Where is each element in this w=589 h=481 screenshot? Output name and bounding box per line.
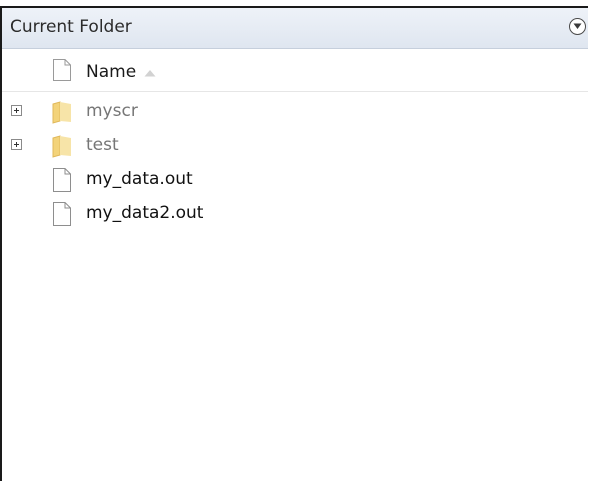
folder-icon (52, 135, 71, 158)
folder-icon (52, 101, 71, 124)
expand-toggle[interactable] (11, 105, 22, 116)
item-name: test (86, 135, 119, 155)
blank-file-icon (53, 59, 71, 81)
panel-title-bar: Current Folder (2, 8, 588, 49)
list-item-file[interactable]: my_data.out (2, 163, 588, 197)
column-header: Name (2, 49, 588, 92)
expand-toggle[interactable] (11, 139, 22, 150)
document-icon (53, 168, 71, 192)
name-column-header[interactable]: Name (86, 61, 156, 83)
sort-ascending-icon (144, 70, 156, 77)
panel-menu-button[interactable] (569, 18, 586, 35)
list-item-folder[interactable]: myscr (2, 95, 588, 129)
document-icon (53, 202, 71, 226)
item-name: myscr (86, 101, 138, 121)
list-item-file[interactable]: my_data2.out (2, 197, 588, 231)
panel-title: Current Folder (10, 17, 132, 37)
current-folder-panel: Current Folder Name myscr test my_data.o… (0, 6, 588, 481)
item-name: my_data2.out (86, 203, 204, 223)
list-item-folder[interactable]: test (2, 129, 588, 163)
chevron-down-icon (573, 23, 582, 29)
item-name: my_data.out (86, 169, 193, 189)
name-column-label: Name (86, 62, 137, 82)
file-type-column-icon[interactable] (52, 58, 72, 86)
